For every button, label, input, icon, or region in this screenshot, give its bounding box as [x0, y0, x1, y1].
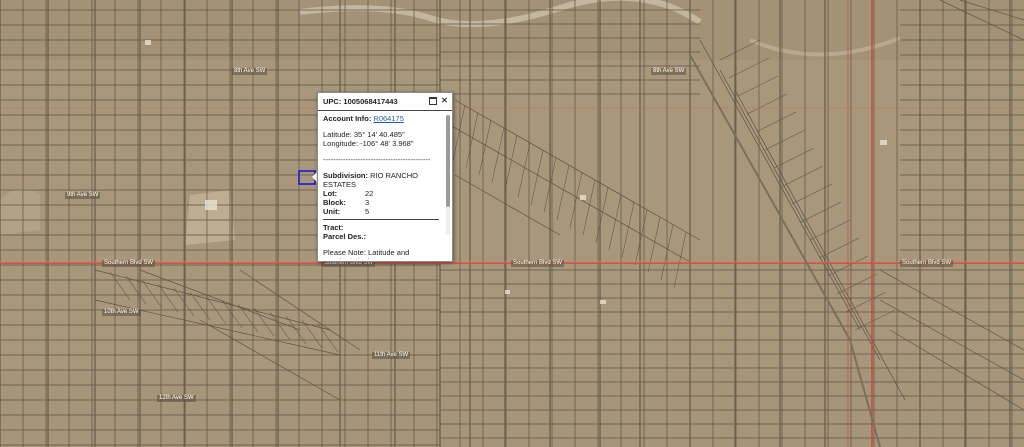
latitude-text: Latitude: 35° 14' 40.485"	[323, 130, 405, 139]
road-label-8th-ave-east: 8th Ave SW	[651, 68, 687, 75]
unit-value: 5	[365, 207, 370, 216]
maximize-button[interactable]	[428, 96, 437, 105]
block-value: 3	[365, 198, 370, 207]
lot-value: 22	[365, 189, 374, 198]
unit-row: Unit: 5	[323, 207, 439, 216]
road-label-8th-ave: 8th Ave SW	[232, 68, 268, 75]
scrollbar-thumb[interactable]	[446, 115, 450, 207]
subdivision-row: Subdivision: RIO RANCHO ESTATES	[323, 171, 439, 189]
road-label-9th-ave: 9th Ave SW	[65, 192, 101, 199]
tract-row: Tract:	[323, 223, 439, 232]
subdivision-label: Subdivision:	[323, 171, 368, 180]
account-row: Account Info: R064175	[323, 114, 439, 123]
location-note: Please Note: Latitude and Longitude is t…	[323, 248, 419, 259]
close-icon: ✕	[441, 96, 448, 105]
road-label-11th-ave: 11th Ave SW	[372, 352, 411, 359]
road-label-southern-blvd-west: Southern Blvd SW	[102, 260, 156, 267]
parcel-desc-label: Parcel Des.:	[323, 232, 366, 241]
aerial-parcel-map[interactable]	[0, 0, 1024, 447]
block-label: Block:	[323, 198, 346, 207]
block-row: Block: 3	[323, 198, 439, 207]
dash-separator: ----------------------------------------…	[323, 155, 431, 164]
maximize-icon	[428, 96, 437, 105]
account-link[interactable]: R064175	[373, 114, 403, 123]
lot-label: Lot:	[323, 189, 338, 198]
road-label-southern-blvd-center: Southern Blvd SW	[511, 260, 565, 267]
close-button[interactable]: ✕	[440, 96, 449, 105]
popup-divider	[323, 219, 439, 220]
upc-title: UPC: 1005068417443	[323, 97, 398, 106]
unit-label: Unit:	[323, 207, 341, 216]
popup-body: Account Info: R064175 Latitude: 35° 14' …	[318, 111, 444, 259]
road-label-12th-ave: 12th Ave SW	[157, 395, 196, 402]
popup-scrollbar[interactable]	[446, 115, 450, 235]
account-label: Account Info:	[323, 114, 372, 123]
parcel-desc-row: Parcel Des.:	[323, 232, 439, 241]
lot-row: Lot: 22	[323, 189, 439, 198]
road-label-southern-blvd-east: Southern Blvd SW	[900, 260, 954, 267]
popup-header: UPC: 1005068417443 ✕	[318, 93, 452, 111]
longitude-text: Longitude: -106° 48' 3.968"	[323, 139, 414, 148]
tract-label: Tract:	[323, 223, 344, 232]
road-label-10th-ave: 10th Ave SW	[102, 309, 141, 316]
parcel-info-popup: UPC: 1005068417443 ✕ Account Info: R0641…	[317, 92, 453, 262]
